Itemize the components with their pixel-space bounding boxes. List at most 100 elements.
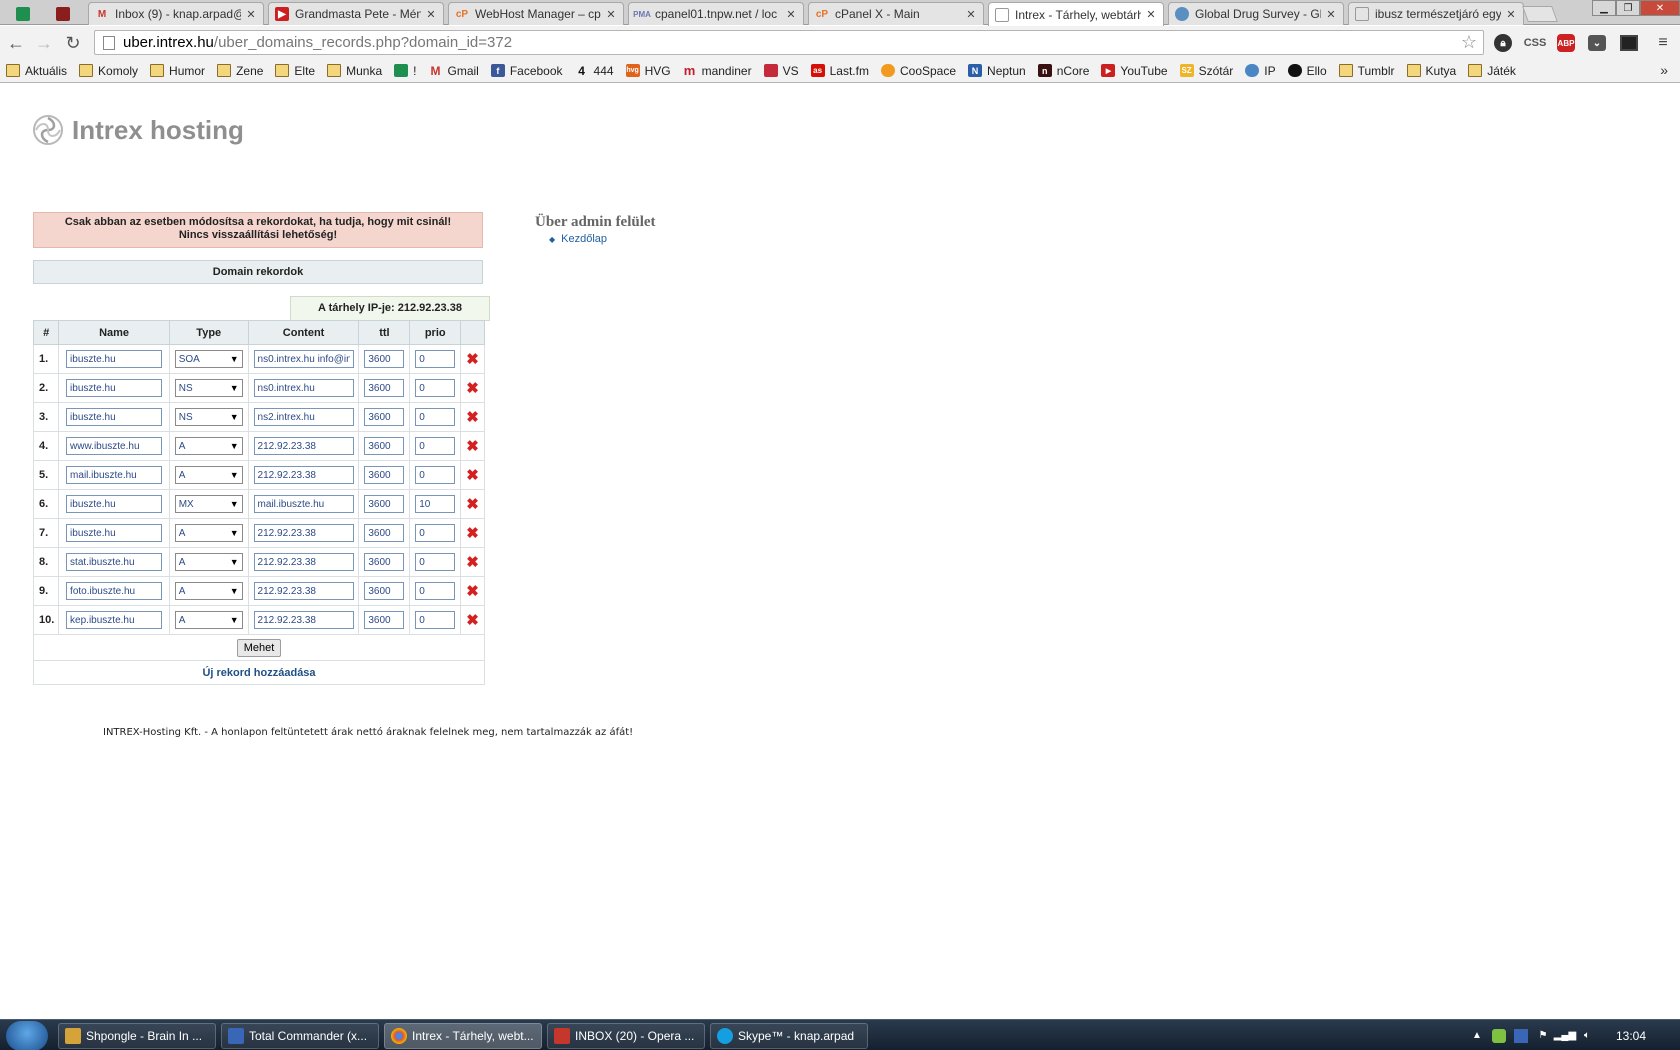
record-ttl-input[interactable] xyxy=(364,582,405,600)
bookmark-ello[interactable]: Ello xyxy=(1287,64,1327,78)
sidebar-link-home[interactable]: ◆ Kezdőlap xyxy=(549,233,656,245)
record-content-input[interactable] xyxy=(253,524,354,542)
bookmark-munka[interactable]: Munka xyxy=(327,64,382,78)
bookmark-mandiner[interactable]: m mandiner xyxy=(683,63,752,78)
record-prio-input[interactable] xyxy=(415,408,456,426)
record-content-input[interactable] xyxy=(253,466,354,484)
taskbar-item-total-commander[interactable]: Total Commander (x... xyxy=(221,1023,379,1049)
close-icon[interactable]: ✕ xyxy=(1145,8,1157,21)
close-icon[interactable]: ✕ xyxy=(245,8,257,21)
tab-intrex[interactable]: Intrex - Tárhely, webtárh ✕ xyxy=(988,2,1164,26)
record-prio-input[interactable] xyxy=(415,495,456,513)
record-ttl-input[interactable] xyxy=(364,611,405,629)
record-name-input[interactable] xyxy=(66,408,163,426)
record-type-select[interactable]: NS ▼ xyxy=(174,408,243,426)
taskbar-item-chrome[interactable]: Intrex - Tárhely, webt... xyxy=(384,1023,542,1049)
bookmarks-more-icon[interactable]: » xyxy=(1660,62,1668,78)
reload-icon[interactable]: ↻ xyxy=(63,33,83,53)
bookmark-vs[interactable]: VS xyxy=(763,64,799,78)
record-prio-input[interactable] xyxy=(415,379,456,397)
delete-record-icon[interactable]: ✖ xyxy=(466,554,479,571)
bookmark-star-icon[interactable]: ☆ xyxy=(1461,32,1477,53)
record-type-select[interactable]: A ▼ xyxy=(174,611,243,629)
bookmark-zene[interactable]: Zene xyxy=(217,64,263,78)
delete-record-icon[interactable]: ✖ xyxy=(466,612,479,629)
record-ttl-input[interactable] xyxy=(364,524,405,542)
record-name-input[interactable] xyxy=(66,582,163,600)
record-type-select[interactable]: A ▼ xyxy=(174,553,243,571)
delete-record-icon[interactable]: ✖ xyxy=(466,438,479,455)
bookmark-szotar[interactable]: SZ Szótár xyxy=(1179,64,1233,78)
tab-gmail[interactable]: M Inbox (9) - knap.arpad@ ✕ xyxy=(88,2,264,25)
taskbar-item-opera-mail[interactable]: INBOX (20) - Opera ... xyxy=(547,1023,705,1049)
record-content-input[interactable] xyxy=(253,379,354,397)
css-extension-icon[interactable]: CSS xyxy=(1524,32,1547,54)
close-icon[interactable]: ✕ xyxy=(425,8,437,21)
record-prio-input[interactable] xyxy=(415,524,456,542)
record-prio-input[interactable] xyxy=(415,611,456,629)
record-prio-input[interactable] xyxy=(415,350,456,368)
bookmark-tumblr[interactable]: Tumblr xyxy=(1338,64,1395,78)
record-prio-input[interactable] xyxy=(415,437,456,455)
record-name-input[interactable] xyxy=(66,437,163,455)
volume-icon[interactable]: 🔈︎ xyxy=(1580,1029,1594,1043)
taskbar-item-skype[interactable]: Skype™ - knap.arpad xyxy=(710,1023,868,1049)
bookmark-neptun[interactable]: N Neptun xyxy=(968,64,1026,78)
record-ttl-input[interactable] xyxy=(364,553,405,571)
tab-global-drug-survey[interactable]: Global Drug Survey - Gl ✕ xyxy=(1168,2,1344,25)
record-content-input[interactable] xyxy=(253,495,354,513)
bookmark-sheets[interactable]: ! xyxy=(394,64,416,78)
tray-flag-icon[interactable]: ⚑ xyxy=(1536,1029,1550,1043)
adblock-plus-icon[interactable]: ABP xyxy=(1555,32,1577,54)
start-button[interactable] xyxy=(6,1021,48,1050)
record-content-input[interactable] xyxy=(253,611,354,629)
tray-app-icon[interactable] xyxy=(1491,1028,1506,1043)
bookmark-lastfm[interactable]: as Last.fm xyxy=(810,64,869,78)
close-icon[interactable]: ✕ xyxy=(785,8,797,21)
tab-ibusz[interactable]: ibusz természetjáró egy ✕ xyxy=(1348,2,1524,25)
delete-record-icon[interactable]: ✖ xyxy=(466,380,479,397)
bookmark-komoly[interactable]: Komoly xyxy=(79,64,138,78)
maximize-icon[interactable]: ❐ xyxy=(1616,0,1640,16)
record-content-input[interactable] xyxy=(253,582,354,600)
tray-expand-icon[interactable]: ▲ xyxy=(1470,1029,1484,1043)
close-icon[interactable]: ✕ xyxy=(605,8,617,21)
record-content-input[interactable] xyxy=(253,437,354,455)
record-prio-input[interactable] xyxy=(415,466,456,484)
delete-record-icon[interactable]: ✖ xyxy=(466,351,479,368)
tab-whm[interactable]: cP WebHost Manager – cp ✕ xyxy=(448,2,624,25)
delete-record-icon[interactable]: ✖ xyxy=(466,583,479,600)
close-icon[interactable]: ✕ xyxy=(965,8,977,21)
record-name-input[interactable] xyxy=(66,495,163,513)
record-name-input[interactable] xyxy=(66,350,163,368)
bookmark-humor[interactable]: Humor xyxy=(150,64,205,78)
window-close-icon[interactable]: ✕ xyxy=(1640,0,1680,16)
tab-cpanel[interactable]: cP cPanel X - Main ✕ xyxy=(808,2,984,25)
profile-icon[interactable] xyxy=(1618,32,1640,54)
record-ttl-input[interactable] xyxy=(364,437,405,455)
add-record-link[interactable]: Új rekord hozzáadása xyxy=(33,660,485,685)
site-logo[interactable]: Intrex hosting xyxy=(32,114,244,146)
back-arrow-icon[interactable]: ← xyxy=(6,33,26,53)
pocket-icon[interactable]: ⌄ xyxy=(1586,32,1608,54)
bookmark-444[interactable]: 4 444 xyxy=(575,64,613,78)
bookmark-gmail[interactable]: M Gmail xyxy=(428,64,478,78)
record-name-input[interactable] xyxy=(66,379,163,397)
record-prio-input[interactable] xyxy=(415,582,456,600)
record-ttl-input[interactable] xyxy=(364,379,405,397)
record-ttl-input[interactable] xyxy=(364,495,405,513)
delete-record-icon[interactable]: ✖ xyxy=(466,467,479,484)
address-bar[interactable]: uber.intrex.hu /uber_domains_records.php… xyxy=(94,30,1484,55)
record-content-input[interactable] xyxy=(253,408,354,426)
menu-icon[interactable]: ≡ xyxy=(1652,32,1674,54)
pinned-tab-sheets[interactable] xyxy=(8,3,38,25)
bookmark-hvg[interactable]: hvg HVG xyxy=(625,64,671,78)
bookmark-ip[interactable]: IP xyxy=(1245,64,1276,78)
network-icon[interactable]: ▂▄▆ xyxy=(1554,1029,1576,1043)
record-prio-input[interactable] xyxy=(415,553,456,571)
bookmark-coospace[interactable]: CooSpace xyxy=(880,64,956,78)
taskbar-item-winamp[interactable]: Shpongle - Brain In ... xyxy=(58,1023,216,1049)
record-type-select[interactable]: SOA ▼ xyxy=(174,350,243,368)
forward-arrow-icon[interactable]: → xyxy=(34,33,54,53)
bookmark-elte[interactable]: Elte xyxy=(275,64,315,78)
